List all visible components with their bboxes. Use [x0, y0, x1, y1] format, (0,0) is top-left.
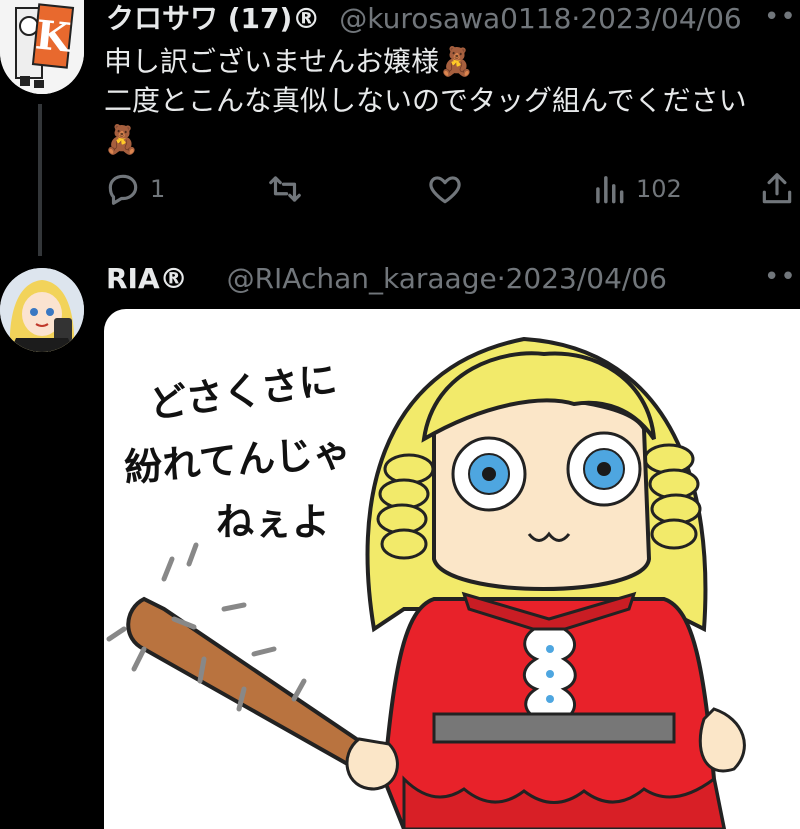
retweet-icon	[269, 176, 301, 202]
tweet-actions: 1 102	[104, 170, 794, 214]
avatar-kurosawa-image: K	[0, 0, 84, 94]
reply-button[interactable]: 1	[104, 170, 165, 208]
more-icon[interactable]: •••	[764, 2, 800, 32]
display-name[interactable]: クロサワ (17)®	[106, 2, 320, 35]
avatar-ria[interactable]	[0, 268, 84, 352]
tweet-header: RIA® @RIAchan_karaage·2023/04/06	[106, 262, 667, 296]
tweet-header: クロサワ (17)® @kurosawa0118·2023/04/06	[106, 2, 742, 36]
thread-connector-line	[38, 104, 42, 256]
reply-icon	[108, 174, 138, 205]
tweet-media-image[interactable]: どさくさに 紛れてんじゃ ねぇよ	[104, 309, 800, 829]
avatar-kurosawa[interactable]: K	[0, 0, 84, 94]
views-count: 102	[636, 175, 682, 203]
reply-count: 1	[150, 175, 166, 203]
views-button[interactable]: 102	[590, 170, 682, 208]
separator: ·	[496, 262, 506, 295]
tweet-text-line-2: 二度とこんな真似しないのでタッグ組んでください	[104, 84, 747, 117]
views-icon	[596, 176, 624, 204]
handle[interactable]: @RIAchan_karaage	[227, 262, 497, 295]
character-illustration	[106, 336, 746, 829]
more-icon[interactable]: •••	[764, 262, 800, 292]
avatar-ria-image	[0, 268, 84, 352]
display-name[interactable]: RIA®	[106, 262, 188, 295]
tweet-text-line-3: 🧸	[104, 123, 139, 156]
retweet-button[interactable]	[266, 170, 312, 208]
like-icon	[429, 176, 461, 204]
tweet-kurosawa[interactable]: K クロサワ (17)® @kurosawa0118·2023/04/06 ••…	[0, 0, 800, 260]
timestamp[interactable]: 2023/04/06	[580, 2, 741, 35]
share-icon	[762, 173, 792, 204]
avatar-letter: K	[33, 11, 74, 62]
handle[interactable]: @kurosawa0118	[339, 2, 571, 35]
separator: ·	[571, 2, 581, 35]
tweet-text-line-1: 申し訳ございませんお嬢様🧸	[104, 45, 475, 78]
share-button[interactable]	[758, 170, 796, 208]
timestamp[interactable]: 2023/04/06	[506, 262, 667, 295]
like-button[interactable]	[426, 170, 472, 208]
